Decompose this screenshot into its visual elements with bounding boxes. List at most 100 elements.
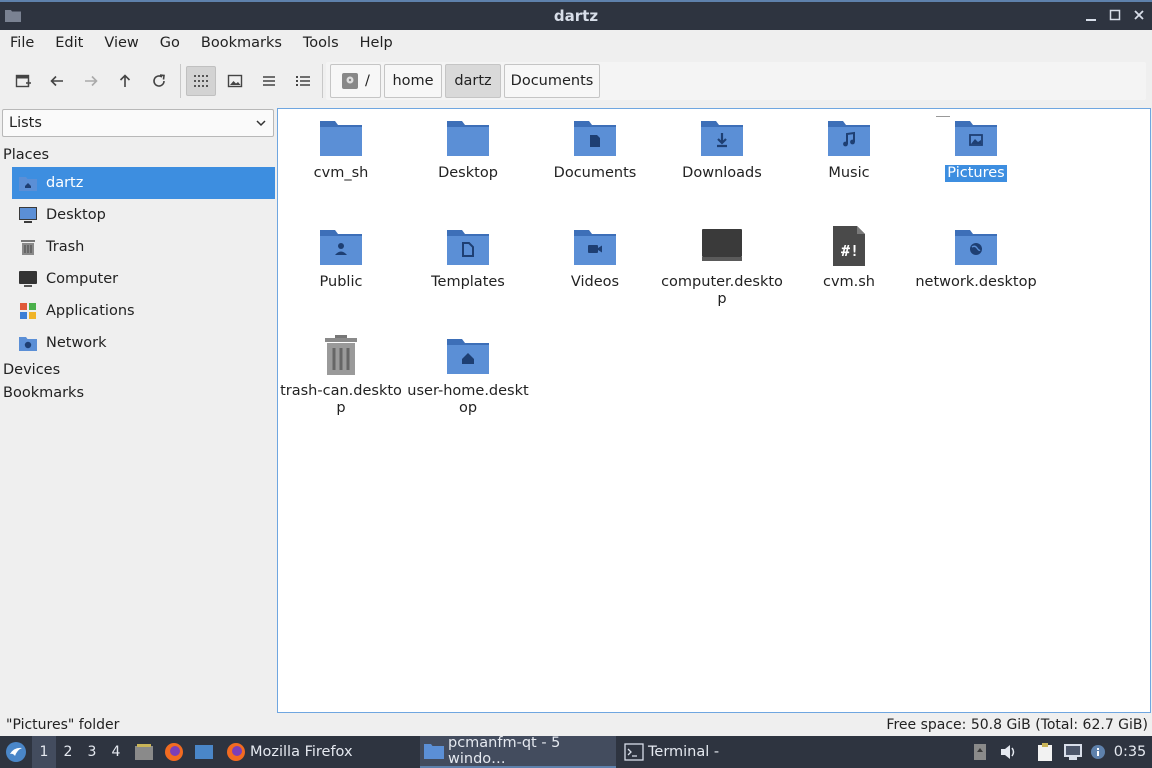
reload-icon [153,74,165,87]
file-item-trash-can-desktop[interactable]: trash-can.desktop [278,327,404,417]
folder-icon [319,115,363,159]
file-item-user-home-desktop[interactable]: user-home.desktop [405,327,531,417]
file-item-label: Pictures [945,165,1007,182]
shell-script-icon: #! [827,224,871,268]
minimize-button[interactable] [1084,7,1098,23]
folder-icon [446,115,490,159]
places-header[interactable]: Places [3,147,49,163]
firefox-icon [226,742,246,762]
arrow-up-icon [119,74,131,87]
file-item-downloads[interactable]: Downloads [659,109,785,182]
task-pcmanfm[interactable]: pcmanfm-qt - 5 windo… [420,735,616,768]
sidebar-item-computer[interactable]: Computer [12,263,275,295]
workspace-2[interactable]: 2 [56,736,80,768]
folder-templates-icon [446,224,490,268]
thumbnail-view-button[interactable] [220,66,250,96]
file-item-pictures[interactable]: Pictures [913,109,1039,182]
sidebar: Lists Places dartz Desktop Trash Compute… [0,106,276,714]
menu-tools[interactable]: Tools [303,35,339,51]
close-button[interactable] [1132,7,1146,23]
sidebar-item-dartz[interactable]: dartz [12,167,275,199]
sidebar-item-desktop[interactable]: Desktop [12,199,275,231]
quicklaunch-files[interactable] [133,736,155,768]
menu-go[interactable]: Go [160,35,180,51]
icon-view-button[interactable] [186,66,216,96]
tray-network[interactable] [1062,736,1084,768]
menu-bookmarks[interactable]: Bookmarks [201,35,282,51]
taskbar: 1 2 3 4 Mozilla Firefox pcmanfm-qt - 5 w… [0,735,1152,768]
chevron-down-icon [256,120,266,127]
detailed-list-icon [296,76,310,86]
grid-icon [194,75,208,87]
folder-videos-icon [573,224,617,268]
menu-edit[interactable]: Edit [55,35,83,51]
back-button[interactable] [42,66,72,96]
quicklaunch-firefox[interactable] [163,736,185,768]
workspace-1[interactable]: 1 [32,736,56,768]
compact-view-button[interactable] [254,66,284,96]
start-menu-button[interactable] [4,736,28,768]
file-item-music[interactable]: Music [786,109,912,182]
workspace-4[interactable]: 4 [104,736,128,768]
maximize-button[interactable] [1108,7,1122,23]
file-manager-icon [135,744,153,760]
file-item-public[interactable]: Public [278,218,404,291]
sidebar-mode-select[interactable]: Lists [2,109,274,137]
file-item-label: user-home.desktop [407,383,529,416]
folder-icon [5,10,21,22]
devices-header[interactable]: Devices [3,362,60,378]
menu-file[interactable]: File [10,35,34,51]
detailed-view-button[interactable] [288,66,318,96]
file-item-computer-desktop[interactable]: computer.desktop [659,218,785,308]
list-icon [263,76,275,86]
file-view[interactable]: cvm_sh Desktop Documents Downloads Music… [277,108,1151,713]
new-tab-button[interactable] [8,66,38,96]
task-label: Mozilla Firefox [250,744,353,760]
show-desktop-icon [195,745,213,759]
tray-clipboard[interactable] [1034,736,1056,768]
file-item-templates[interactable]: Templates [405,218,531,291]
breadcrumb-root[interactable]: / [330,64,381,98]
reload-button[interactable] [144,66,174,96]
file-item-label: trash-can.desktop [280,383,402,416]
up-button[interactable] [110,66,140,96]
tray-notifications[interactable] [1088,736,1108,768]
sidebar-item-applications[interactable]: Applications [12,295,275,327]
file-item-cvm_sh[interactable]: cvm_sh [278,109,404,182]
file-item-desktop[interactable]: Desktop [405,109,531,182]
task-firefox[interactable]: Mozilla Firefox [222,736,416,768]
file-item-label: Desktop [438,165,498,181]
toolbar-separator [180,64,181,98]
arrow-right-icon [85,75,98,87]
breadcrumb-documents[interactable]: Documents [504,64,600,98]
tray-storage[interactable] [970,736,990,768]
breadcrumb-home[interactable]: home [384,64,442,98]
breadcrumb-dartz[interactable]: dartz [445,64,501,98]
workspace-3[interactable]: 3 [80,736,104,768]
clock[interactable]: 0:35 [1112,736,1148,768]
bookmarks-header[interactable]: Bookmarks [3,385,84,401]
arrow-left-icon [50,75,63,87]
desktop-icon [18,205,38,225]
menu-help[interactable]: Help [360,35,393,51]
sidebar-item-label: Desktop [46,207,106,223]
menu-view[interactable]: View [104,35,138,51]
trash-icon [18,237,38,257]
file-item-documents[interactable]: Documents [532,109,658,182]
sidebar-item-trash[interactable]: Trash [12,231,275,263]
home-folder-icon [18,173,38,193]
network-wired-icon [1064,744,1082,760]
file-item-label: Templates [431,274,505,290]
forward-button[interactable] [76,66,106,96]
file-item-videos[interactable]: Videos [532,218,658,291]
sidebar-item-network[interactable]: Network [12,327,275,359]
volume-icon [1001,745,1015,759]
status-bar: "Pictures" folder Free space: 50.8 GiB (… [0,714,1152,736]
firefox-icon [165,743,183,761]
task-terminal[interactable]: Terminal - [620,736,810,768]
file-item-network-desktop[interactable]: network.desktop [913,218,1039,291]
file-item-cvm-sh-script[interactable]: #! cvm.sh [786,218,912,291]
quicklaunch-desktop[interactable] [193,736,215,768]
tray-volume[interactable] [998,736,1020,768]
status-selection: "Pictures" folder [6,717,120,733]
